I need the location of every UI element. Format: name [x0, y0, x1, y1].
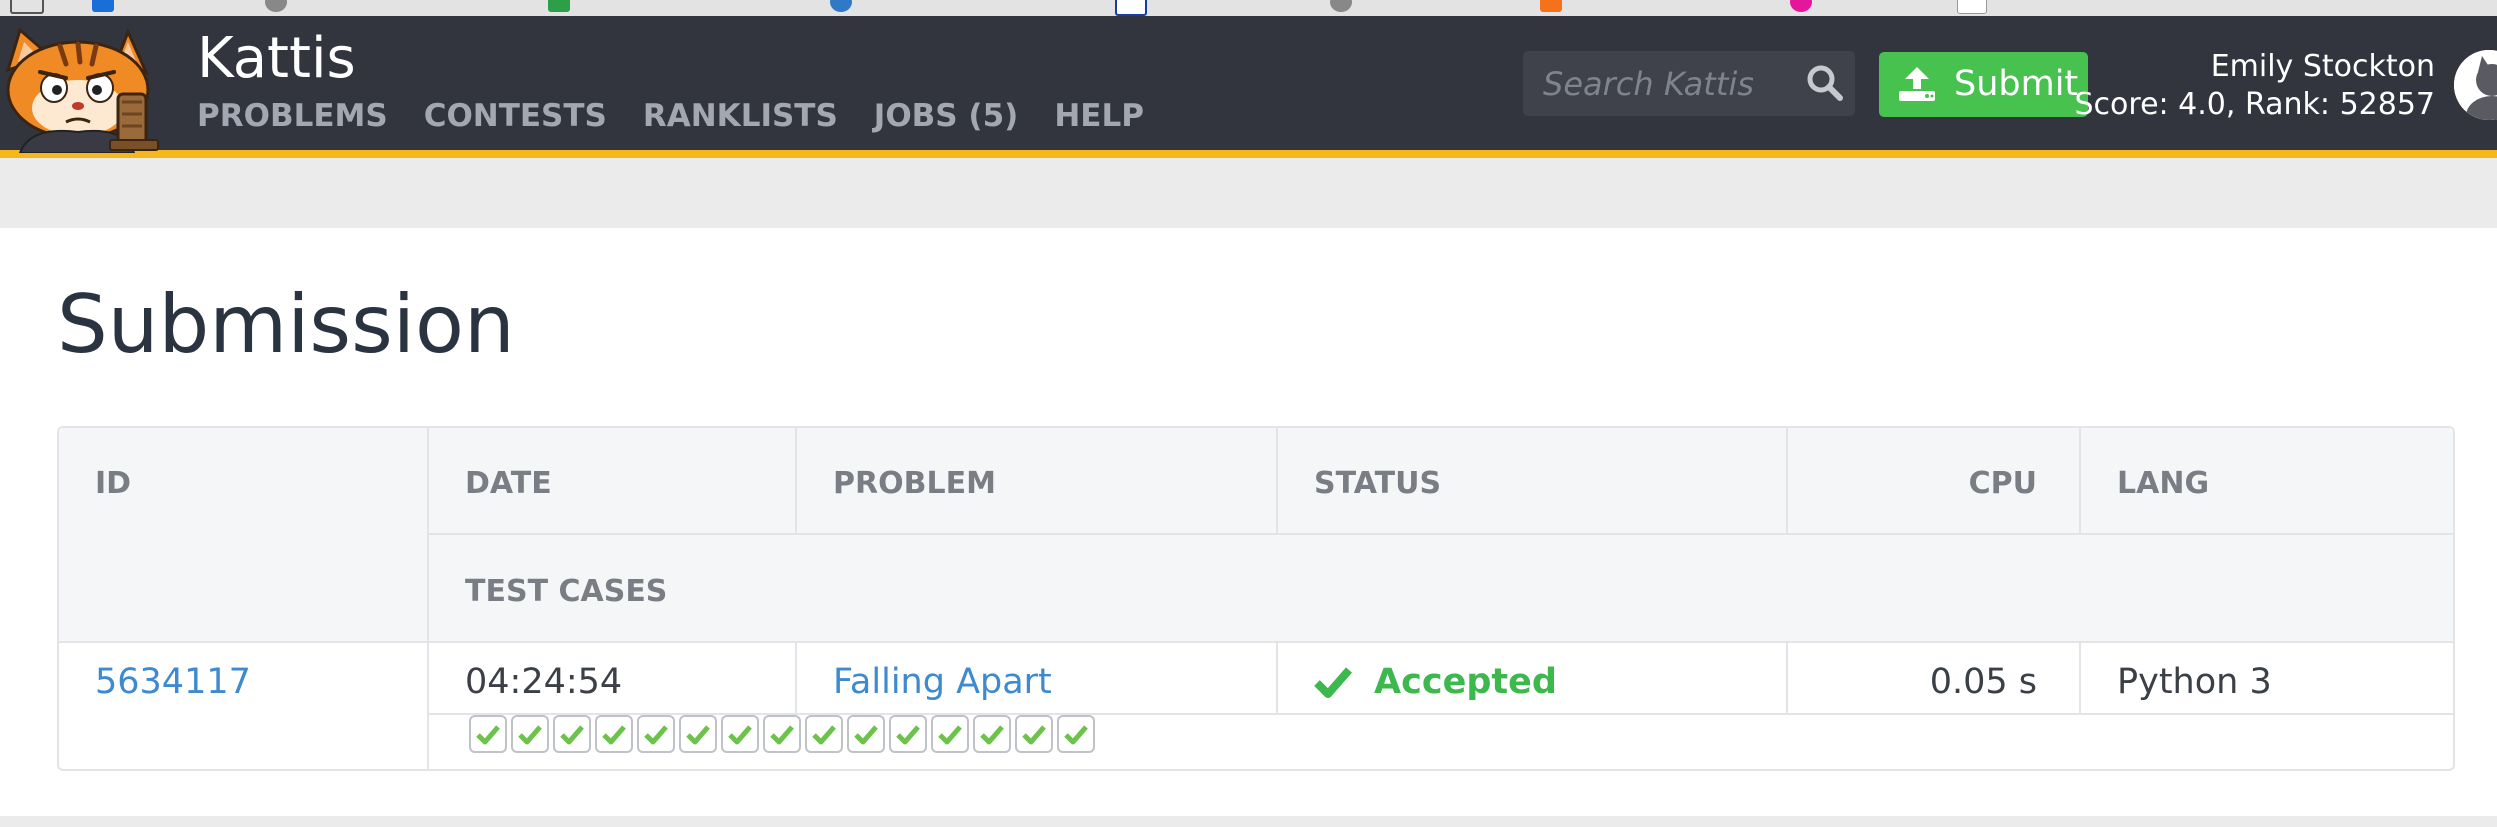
- submit-label: Submit: [1954, 64, 2079, 104]
- check-icon: [1314, 667, 1352, 698]
- test-case-check-icon[interactable]: [679, 715, 717, 753]
- nav-help[interactable]: HELP: [1054, 98, 1144, 134]
- kattis-logo-icon[interactable]: [0, 28, 175, 153]
- divider: [1786, 428, 1788, 535]
- search-input[interactable]: [1541, 63, 1795, 105]
- submission-table: ID DATE PROBLEM STATUS CPU LANG TEST CAS…: [57, 426, 2455, 771]
- bookmark-icon[interactable]: [830, 0, 852, 12]
- divider: [2079, 428, 2081, 535]
- test-case-check-icon[interactable]: [973, 715, 1011, 753]
- browser-bookmarks-bar: [0, 0, 2497, 17]
- main-content: Submission ID DATE PROBLEM STATUS CPU LA…: [0, 228, 2497, 816]
- bookmark-icon[interactable]: [1790, 0, 1812, 12]
- problem-link[interactable]: Falling Apart: [833, 662, 1052, 702]
- bookmark-icon[interactable]: [1115, 0, 1147, 16]
- column-header-lang: LANG: [2117, 466, 2210, 501]
- nav-contests[interactable]: CONTESTS: [424, 98, 607, 134]
- divider: [2079, 643, 2081, 715]
- column-header-id: ID: [95, 466, 132, 501]
- search-icon[interactable]: [1806, 64, 1844, 102]
- column-header-cpu: CPU: [1968, 466, 2037, 501]
- nav-ranklists[interactable]: RANKLISTS: [643, 98, 838, 134]
- cpu-time: 0.05 s: [1929, 662, 2037, 702]
- test-case-check-icon[interactable]: [511, 715, 549, 753]
- bookmark-icon[interactable]: [1957, 0, 1987, 14]
- submit-button[interactable]: Submit: [1879, 52, 2088, 117]
- divider: [428, 533, 2453, 535]
- submission-date: 04:24:54: [465, 662, 623, 702]
- status-cell: Accepted: [1314, 662, 1557, 702]
- test-case-check-icon[interactable]: [931, 715, 969, 753]
- user-info[interactable]: Emily Stockton Score: 4.0, Rank: 52857: [2075, 48, 2435, 124]
- user-score-rank: Score: 4.0, Rank: 52857: [2074, 87, 2435, 122]
- divider: [59, 641, 2453, 643]
- search-box: [1523, 51, 1855, 116]
- test-case-check-icon[interactable]: [1015, 715, 1053, 753]
- page-title: Submission: [57, 278, 515, 371]
- main-nav: PROBLEMS CONTESTS RANKLISTS JOBS (5) HEL…: [197, 98, 1144, 134]
- language: Python 3: [2117, 662, 2272, 702]
- bookmark-icon[interactable]: [92, 0, 114, 12]
- browser-menu-icon[interactable]: [10, 0, 44, 14]
- bookmark-icon[interactable]: [548, 0, 570, 12]
- test-case-check-icon[interactable]: [805, 715, 843, 753]
- id-header-span: [59, 535, 428, 643]
- divider: [427, 428, 429, 769]
- test-case-check-icon[interactable]: [847, 715, 885, 753]
- sub-header-band: [0, 158, 2497, 228]
- divider: [795, 428, 797, 535]
- column-header-test-cases: TEST CASES: [465, 574, 668, 609]
- column-header-problem: PROBLEM: [833, 466, 996, 501]
- test-case-check-icon[interactable]: [889, 715, 927, 753]
- divider: [1276, 428, 1278, 535]
- bookmark-icon[interactable]: [1540, 0, 1562, 12]
- test-case-check-icon[interactable]: [721, 715, 759, 753]
- column-header-date: DATE: [465, 466, 552, 501]
- page-footer-band: [0, 816, 2497, 827]
- bookmark-icon[interactable]: [265, 0, 287, 12]
- divider: [1276, 643, 1278, 715]
- user-name[interactable]: Emily Stockton: [2075, 48, 2435, 86]
- test-case-list: [469, 715, 1095, 753]
- test-case-check-icon[interactable]: [553, 715, 591, 753]
- header-accent-stripe: [0, 150, 2497, 158]
- test-case-check-icon[interactable]: [469, 715, 507, 753]
- nav-jobs[interactable]: JOBS (5): [874, 98, 1019, 134]
- column-header-status: STATUS: [1314, 466, 1442, 501]
- table-header-row: [59, 428, 2453, 535]
- test-case-check-icon[interactable]: [1057, 715, 1095, 753]
- submission-id-link[interactable]: 5634117: [95, 662, 251, 702]
- test-case-check-icon[interactable]: [595, 715, 633, 753]
- divider: [1786, 643, 1788, 715]
- nav-problems[interactable]: PROBLEMS: [197, 98, 388, 134]
- site-title[interactable]: Kattis: [197, 26, 356, 91]
- test-case-check-icon[interactable]: [637, 715, 675, 753]
- upload-icon: [1899, 67, 1935, 101]
- status-accepted: Accepted: [1374, 662, 1557, 702]
- test-case-check-icon[interactable]: [763, 715, 801, 753]
- bookmark-icon[interactable]: [1330, 0, 1352, 12]
- divider: [795, 643, 797, 715]
